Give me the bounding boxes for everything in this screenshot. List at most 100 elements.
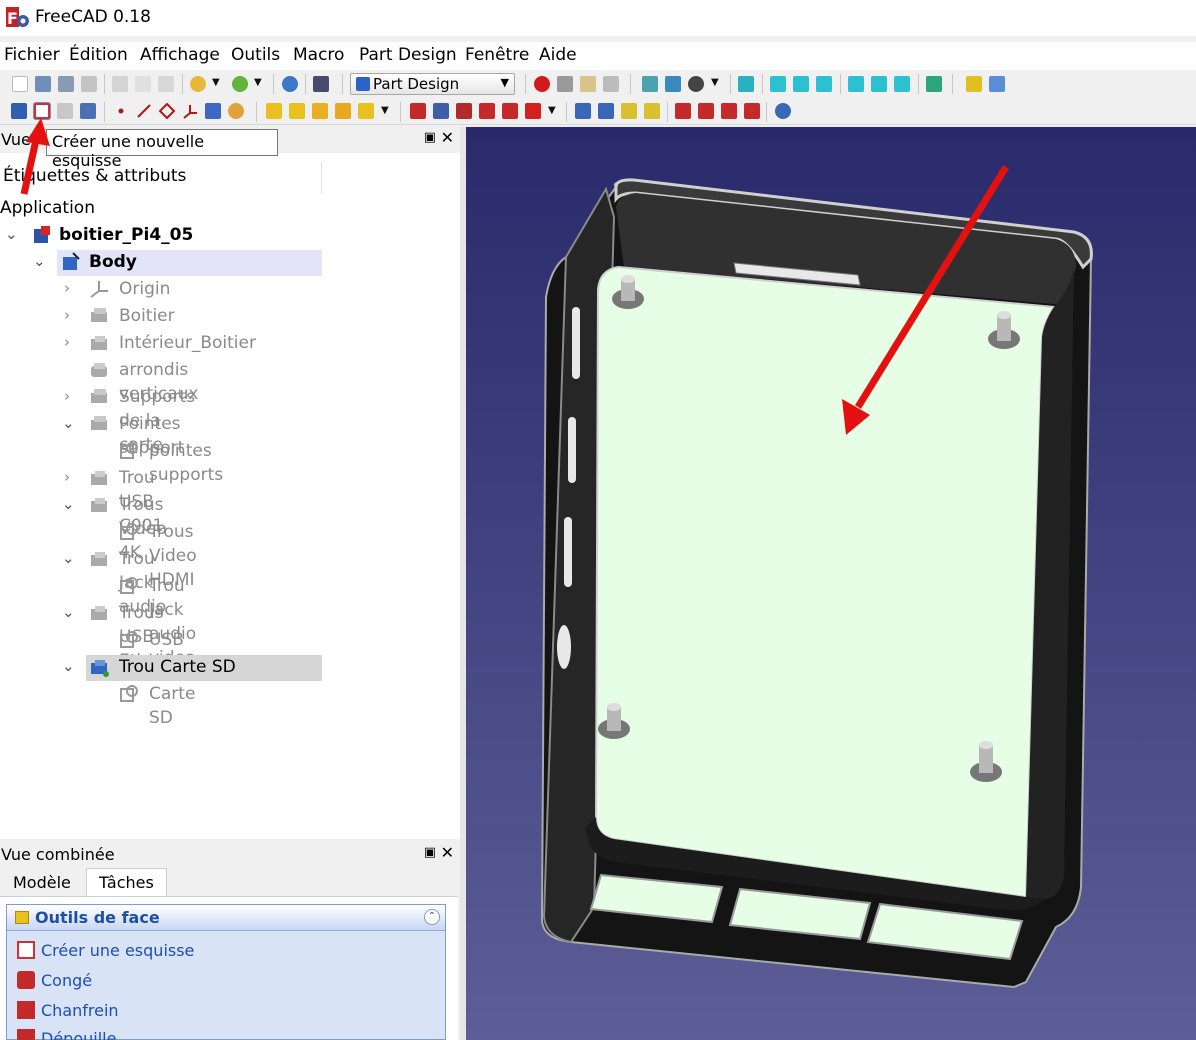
subtractive-primitive-dropdown-icon[interactable]: ▼	[548, 105, 556, 116]
workbench-selector[interactable]: Part Design ▼	[350, 73, 515, 95]
menu-edition[interactable]: Édition	[69, 45, 128, 65]
open-file-icon[interactable]	[35, 76, 51, 92]
additive-pipe-icon[interactable]	[335, 103, 351, 119]
linear-pattern-icon[interactable]	[598, 103, 614, 119]
redo-dropdown-icon[interactable]: ▼	[254, 77, 262, 88]
clone-icon[interactable]	[80, 103, 96, 119]
save-icon[interactable]	[58, 76, 74, 92]
3d-model-view[interactable]	[466, 127, 1196, 1040]
shape-binder-icon[interactable]	[205, 103, 221, 119]
collapsed-chevron-icon[interactable]: ›	[64, 333, 70, 351]
close-icon[interactable]: ✕	[441, 843, 454, 862]
view-bottom-icon[interactable]	[871, 76, 887, 92]
tab-modele[interactable]: Modèle	[0, 868, 84, 896]
expand-chevron-icon[interactable]: ⌄	[62, 495, 75, 513]
task-chamfer[interactable]: Chanfrein	[17, 1001, 119, 1020]
hole-icon[interactable]	[433, 103, 449, 119]
stop-macro-icon[interactable]	[557, 76, 573, 92]
polar-pattern-icon[interactable]	[621, 103, 637, 119]
groove-icon[interactable]	[456, 103, 472, 119]
sub-shape-binder-icon[interactable]	[228, 103, 244, 119]
mirrored-icon[interactable]	[575, 103, 591, 119]
collapsed-chevron-icon[interactable]: ›	[64, 387, 70, 405]
subtractive-loft-icon[interactable]	[479, 103, 495, 119]
menu-aide[interactable]: Aide	[539, 45, 577, 65]
print-icon[interactable]	[81, 76, 97, 92]
menu-affichage[interactable]: Affichage	[140, 45, 220, 65]
additive-primitive-dropdown-icon[interactable]: ▼	[381, 105, 389, 116]
expand-chevron-icon[interactable]: ⌄	[62, 549, 75, 567]
tab-taches[interactable]: Tâches	[86, 868, 167, 896]
menu-fichier[interactable]: Fichier	[4, 45, 60, 65]
additive-primitive-icon[interactable]	[358, 103, 374, 119]
expand-chevron-icon[interactable]: ⌄	[62, 414, 75, 432]
menu-part-design[interactable]: Part Design	[359, 45, 457, 65]
undock-icon[interactable]: ▣	[424, 130, 436, 145]
revolution-icon[interactable]	[289, 103, 305, 119]
selected-inner-face[interactable]	[594, 265, 1056, 899]
subtractive-primitive-icon[interactable]	[525, 103, 541, 119]
cut-icon[interactable]	[112, 76, 128, 92]
additive-loft-icon[interactable]	[312, 103, 328, 119]
expand-chevron-icon[interactable]: ⌄	[62, 603, 75, 621]
view-left-icon[interactable]	[894, 76, 910, 92]
measure-distance-icon[interactable]	[926, 76, 942, 92]
draw-style-icon[interactable]	[688, 76, 704, 92]
task-fillet[interactable]: Congé	[17, 971, 92, 990]
tree-item-trou-carte-sd[interactable]: Trou Carte SD	[86, 655, 322, 681]
3d-viewport[interactable]	[466, 127, 1196, 1040]
collapsed-chevron-icon[interactable]: ›	[64, 306, 70, 324]
undock-icon[interactable]: ▣	[424, 845, 436, 860]
task-draft[interactable]: Dépouille	[17, 1029, 116, 1040]
run-macro-icon[interactable]	[603, 76, 619, 92]
menu-fenetre[interactable]: Fenêtre	[465, 45, 529, 65]
collapsed-chevron-icon[interactable]: ›	[64, 468, 70, 486]
tree-item-label: Intérieur_Boitier	[119, 333, 256, 353]
datum-point-icon[interactable]	[113, 103, 129, 119]
copy-icon[interactable]	[135, 76, 151, 92]
draft-icon[interactable]	[721, 103, 737, 119]
chamfer-icon[interactable]	[698, 103, 714, 119]
menu-macro[interactable]: Macro	[293, 45, 344, 65]
fit-all-icon[interactable]	[642, 76, 658, 92]
edit-macro-icon[interactable]	[580, 76, 596, 92]
fillet-icon[interactable]	[675, 103, 691, 119]
task-box-header[interactable]: Outils de face ⌃	[7, 905, 445, 931]
expand-chevron-icon[interactable]: ⌄	[62, 657, 75, 675]
new-file-icon[interactable]	[12, 76, 28, 92]
refresh-icon[interactable]	[282, 76, 298, 92]
expand-chevron-icon[interactable]: ⌄	[5, 225, 18, 243]
validate-sketch-icon[interactable]	[57, 103, 73, 119]
view-isometric-icon[interactable]	[738, 76, 754, 92]
undo-dropdown-icon[interactable]: ▼	[212, 77, 220, 88]
local-coordinate-system-icon[interactable]	[182, 103, 198, 119]
fit-selection-icon[interactable]	[665, 76, 681, 92]
collapse-icon[interactable]: ⌃	[424, 909, 440, 925]
draw-style-dropdown-icon[interactable]: ▼	[711, 77, 719, 88]
pocket-icon[interactable]	[410, 103, 426, 119]
record-macro-icon[interactable]	[534, 76, 550, 92]
tree-item-body[interactable]: Body	[57, 250, 322, 276]
view-top-icon[interactable]	[793, 76, 809, 92]
collapsed-chevron-icon[interactable]: ›	[64, 279, 70, 297]
view-front-icon[interactable]	[770, 76, 786, 92]
multi-transform-icon[interactable]	[644, 103, 660, 119]
view-rear-icon[interactable]	[848, 76, 864, 92]
thickness-icon[interactable]	[744, 103, 760, 119]
redo-icon[interactable]	[232, 76, 248, 92]
create-group-icon[interactable]	[989, 76, 1005, 92]
menu-outils[interactable]: Outils	[231, 45, 280, 65]
subtractive-pipe-icon[interactable]	[502, 103, 518, 119]
task-create-sketch[interactable]: Créer une esquisse	[17, 941, 194, 960]
pad-icon[interactable]	[266, 103, 282, 119]
expand-chevron-icon[interactable]: ⌄	[33, 252, 46, 270]
datum-plane-icon[interactable]	[158, 102, 176, 120]
undo-icon[interactable]	[190, 76, 206, 92]
boolean-icon[interactable]	[775, 103, 791, 119]
datum-line-icon[interactable]	[136, 103, 152, 119]
close-icon[interactable]: ✕	[441, 128, 454, 147]
paste-icon[interactable]	[158, 76, 174, 92]
whats-this-icon[interactable]	[313, 76, 329, 92]
view-right-icon[interactable]	[816, 76, 832, 92]
create-part-icon[interactable]	[966, 76, 982, 92]
